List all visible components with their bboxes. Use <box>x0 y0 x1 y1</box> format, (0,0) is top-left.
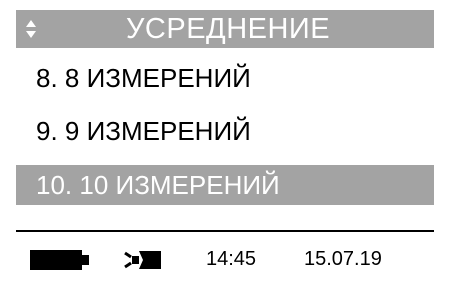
clock-time: 14:45 <box>206 248 257 270</box>
battery-icon <box>30 250 89 270</box>
status-bar: 14:45 15.07.19 <box>16 240 434 276</box>
menu-title: УСРЕДНЕНИЕ <box>126 13 331 45</box>
menu-item-10-measurements-selected[interactable]: 10. 10 ИЗМЕРЕНИЙ <box>16 165 434 205</box>
up-down-arrows-icon <box>26 20 36 38</box>
power-plug-icon <box>124 251 161 269</box>
menu-item-8-measurements[interactable]: 8. 8 ИЗМЕРЕНИЙ <box>16 58 434 98</box>
menu-title-bar: УСРЕДНЕНИЕ <box>16 10 434 48</box>
device-screen: УСРЕДНЕНИЕ 8. 8 ИЗМЕРЕНИЙ 9. 9 ИЗМЕРЕНИЙ… <box>0 0 451 281</box>
menu-item-9-measurements[interactable]: 9. 9 ИЗМЕРЕНИЙ <box>16 111 434 151</box>
clock-date: 15.07.19 <box>304 248 382 270</box>
status-divider <box>16 230 434 232</box>
